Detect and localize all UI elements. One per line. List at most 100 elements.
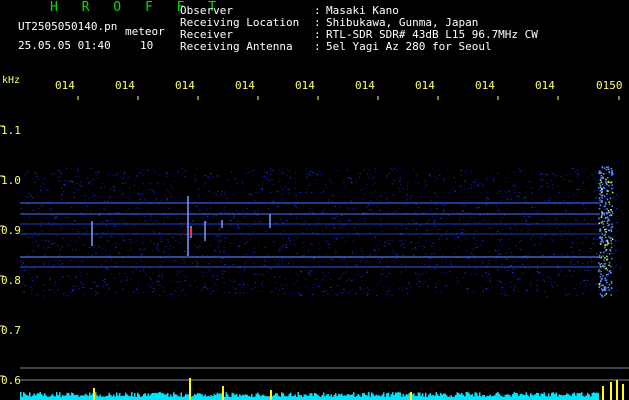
noise-speckle — [175, 281, 177, 283]
noise-speckle — [120, 281, 122, 282]
histogram-bar — [353, 392, 355, 400]
noise-speckle — [133, 184, 135, 186]
noise-speckle — [215, 194, 218, 196]
noise-speckle — [100, 237, 102, 239]
noise-speckle — [531, 236, 533, 238]
histogram-bar — [464, 396, 466, 400]
noise-speckle — [149, 183, 151, 185]
noise-speckle — [47, 264, 50, 266]
noise-speckle — [587, 211, 590, 213]
noise-speckle — [598, 289, 600, 291]
noise-speckle — [418, 246, 420, 247]
noise-speckle — [353, 227, 355, 229]
burst-speckle — [611, 191, 614, 194]
noise-speckle — [194, 200, 197, 202]
noise-speckle — [438, 290, 440, 291]
noise-speckle — [567, 204, 569, 206]
noise-speckle — [558, 274, 560, 276]
noise-speckle — [170, 193, 172, 195]
noise-speckle — [617, 262, 619, 263]
noise-speckle — [340, 278, 343, 279]
noise-speckle — [571, 234, 574, 236]
histogram-bar — [186, 394, 188, 400]
noise-speckle — [303, 242, 305, 244]
noise-speckle — [469, 212, 471, 214]
noise-speckle — [36, 195, 38, 197]
noise-speckle — [559, 242, 561, 244]
noise-speckle — [377, 239, 380, 241]
burst-speckle — [600, 279, 602, 282]
noise-speckle — [604, 292, 606, 294]
noise-speckle — [272, 198, 275, 200]
noise-speckle — [160, 199, 162, 201]
noise-speckle — [43, 247, 45, 249]
noise-speckle — [587, 269, 589, 271]
noise-speckle — [167, 239, 169, 241]
noise-speckle — [484, 289, 487, 291]
noise-speckle — [130, 242, 132, 244]
noise-speckle — [370, 200, 372, 202]
noise-speckle — [43, 284, 45, 286]
noise-speckle — [176, 171, 179, 173]
noise-speckle — [63, 191, 65, 193]
histogram-bar — [42, 395, 44, 400]
histogram-bar — [515, 392, 517, 400]
noise-speckle — [212, 290, 214, 292]
noise-speckle — [88, 183, 90, 185]
noise-speckle — [142, 269, 144, 271]
noise-speckle — [41, 204, 43, 206]
noise-speckle — [215, 275, 218, 277]
histogram-bar — [488, 395, 490, 400]
noise-speckle — [438, 174, 441, 176]
histogram-bar — [329, 396, 331, 400]
noise-speckle — [480, 245, 483, 247]
noise-speckle — [20, 234, 22, 236]
noise-speckle — [311, 243, 313, 245]
burst-speckle — [607, 218, 609, 221]
histogram-bar — [533, 395, 535, 400]
noise-speckle — [414, 272, 417, 274]
burst-speckle — [598, 207, 601, 210]
noise-speckle — [424, 186, 426, 188]
noise-speckle — [430, 209, 432, 211]
noise-speckle — [90, 287, 92, 289]
noise-speckle — [26, 255, 28, 257]
noise-speckle — [295, 217, 298, 219]
noise-speckle — [57, 170, 60, 172]
noise-speckle — [48, 269, 51, 271]
noise-speckle — [153, 190, 155, 192]
noise-speckle — [279, 249, 281, 251]
noise-speckle — [552, 173, 554, 175]
noise-speckle — [322, 191, 325, 193]
noise-speckle — [416, 274, 418, 276]
burst-speckle — [607, 210, 610, 212]
noise-speckle — [123, 238, 125, 240]
noise-speckle — [155, 248, 158, 250]
noise-speckle — [135, 289, 138, 291]
histogram-bar — [498, 393, 500, 400]
noise-speckle — [388, 273, 390, 275]
noise-speckle — [43, 264, 45, 266]
noise-speckle — [446, 268, 448, 270]
noise-speckle — [253, 251, 255, 253]
noise-speckle — [473, 248, 475, 250]
noise-speckle — [278, 181, 280, 182]
noise-speckle — [75, 277, 77, 279]
noise-speckle — [542, 254, 544, 256]
noise-speckle — [366, 184, 368, 186]
noise-speckle — [122, 178, 124, 179]
noise-speckle — [381, 231, 383, 233]
noise-speckle — [176, 274, 178, 276]
noise-speckle — [391, 260, 393, 262]
noise-speckle — [249, 226, 251, 227]
noise-speckle — [500, 200, 502, 202]
noise-speckle — [181, 270, 184, 272]
histogram-bar — [399, 392, 401, 400]
noise-speckle — [518, 168, 521, 170]
noise-speckle — [105, 260, 107, 262]
histogram-bar — [180, 392, 182, 400]
burst-speckle — [598, 269, 600, 271]
histogram-bar — [351, 394, 353, 400]
burst-speckle — [611, 174, 613, 176]
noise-speckle — [180, 268, 182, 270]
